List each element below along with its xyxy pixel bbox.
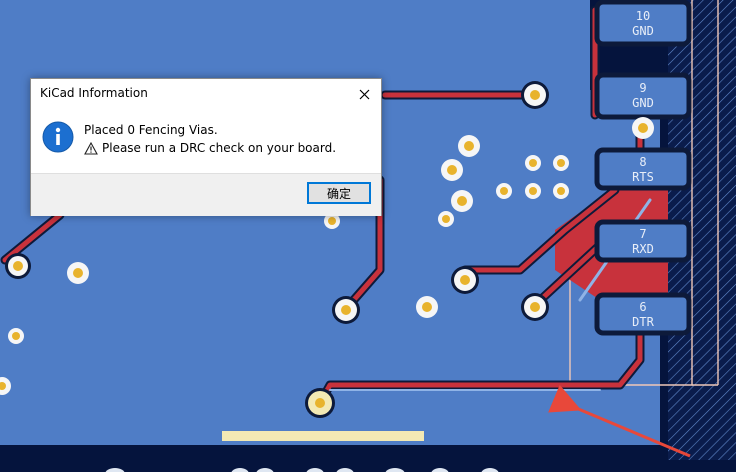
via[interactable] [553,183,569,199]
pad-number-9: 9 [639,81,646,95]
pad-name-7: RXD [632,242,654,256]
message-line-2-container: Please run a DRC check on your board. [84,141,336,155]
via[interactable] [496,183,512,199]
warning-icon [84,141,98,155]
pad-name-6: DTR [632,315,654,329]
pad-number-7: 7 [639,227,646,241]
close-button[interactable] [347,79,381,109]
via[interactable] [553,155,569,171]
via[interactable] [451,266,479,294]
via[interactable] [441,159,463,181]
via[interactable] [438,211,454,227]
via[interactable] [458,135,480,157]
dialog-title: KiCad Information [40,86,148,100]
via[interactable] [632,117,654,139]
pad-name-8: RTS [632,170,654,184]
via[interactable] [8,328,24,344]
via[interactable] [521,81,549,109]
via[interactable] [332,296,360,324]
pad-7[interactable]: 7 RXD [594,219,692,263]
dialog-titlebar[interactable]: KiCad Information [31,79,381,109]
via[interactable] [5,253,31,279]
pcb-board-canvas[interactable]: 10 GND 9 GND 8 RTS 7 RXD 6 DTR [0,0,736,472]
dialog-footer: 确定 [31,173,381,216]
silkscreen-strip [222,431,424,441]
message-line-1: Placed 0 Fencing Vias. [84,123,218,137]
pad-name-10: GND [632,24,654,38]
dialog-body: Placed 0 Fencing Vias. Please run a DRC … [31,109,381,173]
via[interactable] [525,183,541,199]
via[interactable] [305,388,335,418]
kicad-information-dialog: KiCad Information Placed 0 Fencing Vias.… [30,78,382,216]
via[interactable] [67,262,89,284]
pad-name-9: GND [632,96,654,110]
info-icon [42,121,74,153]
pad-number-6: 6 [639,300,646,314]
bottom-silkscreen-shapes [105,468,499,472]
via[interactable] [521,293,549,321]
pad-8[interactable]: 8 RTS [594,147,692,191]
pad-number-8: 8 [639,155,646,169]
pad-9[interactable]: 9 GND [594,72,692,120]
message-line-2: Please run a DRC check on your board. [102,141,337,155]
close-icon [359,89,369,99]
pad-10[interactable]: 10 GND [594,0,692,47]
via[interactable] [451,190,473,212]
pad-number-10: 10 [636,9,650,23]
ok-button[interactable]: 确定 [307,182,371,204]
pad-6[interactable]: 6 DTR [594,292,692,336]
via[interactable] [525,155,541,171]
via[interactable] [416,296,438,318]
